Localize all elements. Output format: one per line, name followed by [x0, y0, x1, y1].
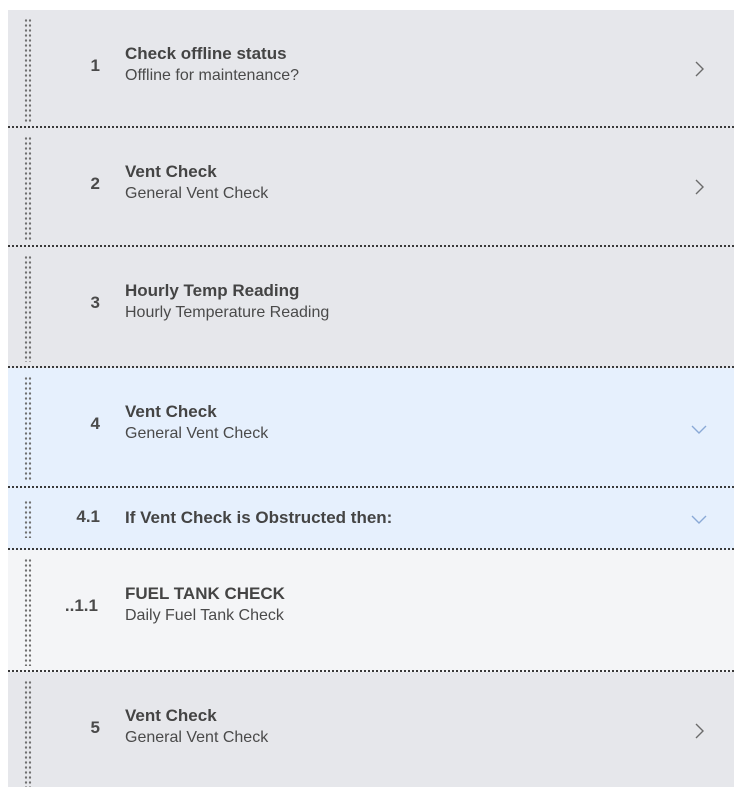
- drag-handle-icon[interactable]: [24, 500, 32, 538]
- drag-handle-icon[interactable]: [24, 136, 32, 241]
- step-text: Hourly Temp Reading Hourly Temperature R…: [125, 280, 329, 324]
- step-title: Vent Check: [125, 402, 217, 421]
- step-text: Vent Check General Vent Check: [125, 401, 268, 445]
- drag-handle-icon[interactable]: [24, 255, 32, 362]
- step-title: Vent Check: [125, 706, 217, 725]
- step-row-1-1[interactable]: ..1.1 FUEL TANK CHECK Daily Fuel Tank Ch…: [8, 550, 734, 672]
- step-number: 3: [90, 293, 100, 312]
- drag-handle-icon[interactable]: [24, 18, 32, 122]
- condition-row-4-1[interactable]: 4.1 If Vent Check is Obstructed then:: [8, 488, 734, 550]
- step-number: ..1.1: [64, 596, 98, 615]
- chevron-down-icon[interactable]: [688, 418, 710, 440]
- step-text: Vent Check General Vent Check: [125, 161, 268, 205]
- step-number: 4: [90, 414, 100, 433]
- drag-handle-icon[interactable]: [24, 680, 32, 787]
- step-text: If Vent Check is Obstructed then:: [125, 507, 392, 529]
- step-number: 1: [90, 56, 100, 75]
- step-number: 2: [90, 174, 100, 193]
- step-row-5[interactable]: 5 Vent Check General Vent Check: [8, 672, 734, 787]
- step-title: Hourly Temp Reading: [125, 281, 300, 300]
- drag-handle-icon[interactable]: [24, 376, 32, 482]
- step-subtitle: Hourly Temperature Reading: [125, 304, 330, 321]
- step-title: Vent Check: [125, 162, 217, 181]
- step-subtitle: General Vent Check: [125, 729, 269, 746]
- step-title: Check offline status: [125, 44, 287, 63]
- chevron-right-icon[interactable]: [688, 58, 710, 80]
- chevron-down-icon[interactable]: [688, 508, 710, 530]
- step-row-1[interactable]: 1 Check offline status Offline for maint…: [8, 10, 734, 128]
- step-subtitle: General Vent Check: [125, 185, 269, 202]
- step-title: FUEL TANK CHECK: [125, 584, 285, 603]
- chevron-right-icon[interactable]: [688, 176, 710, 198]
- step-text: FUEL TANK CHECK Daily Fuel Tank Check: [125, 583, 285, 627]
- step-number: 4.1: [76, 507, 100, 526]
- step-subtitle: General Vent Check: [125, 425, 269, 442]
- step-subtitle: Daily Fuel Tank Check: [125, 607, 284, 624]
- step-row-2[interactable]: 2 Vent Check General Vent Check: [8, 128, 734, 247]
- step-text: Check offline status Offline for mainten…: [125, 43, 299, 87]
- step-subtitle: Offline for maintenance?: [125, 67, 300, 84]
- step-number: 5: [90, 718, 100, 737]
- condition-title: If Vent Check is Obstructed then:: [125, 508, 393, 527]
- step-row-4[interactable]: 4 Vent Check General Vent Check: [8, 368, 734, 488]
- step-text: Vent Check General Vent Check: [125, 705, 268, 749]
- checklist-steps: 1 Check offline status Offline for maint…: [8, 10, 734, 787]
- step-row-3[interactable]: 3 Hourly Temp Reading Hourly Temperature…: [8, 247, 734, 368]
- chevron-right-icon[interactable]: [688, 720, 710, 742]
